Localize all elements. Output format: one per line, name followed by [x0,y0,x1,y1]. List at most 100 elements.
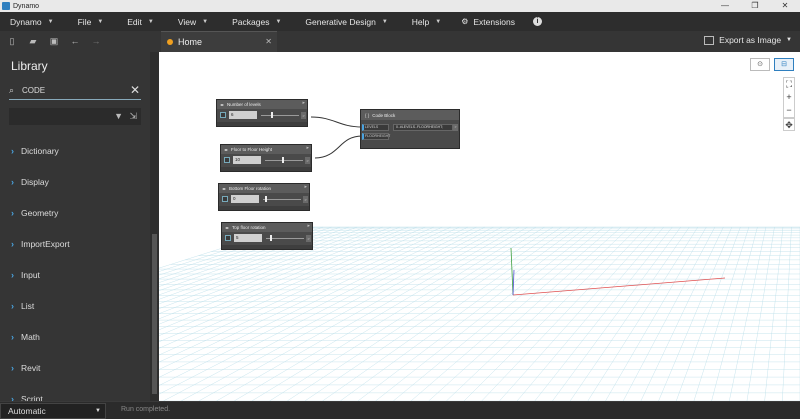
chevron-right-icon: › [11,332,14,342]
chevron-right-icon: › [11,177,14,187]
slider-value[interactable]: 10 [233,156,261,164]
library-category-importexport[interactable]: › ImportExport [11,239,70,249]
clear-search-icon[interactable]: ✕ [130,83,140,97]
export-image-button[interactable]: Export as Image ▼ [704,35,792,45]
filter-icon[interactable]: ▼ [114,111,123,121]
wire-floor-height [314,135,363,159]
menu-packages[interactable]: Packages ▼ [222,17,291,27]
menu-edit[interactable]: Edit ▼ [117,17,164,27]
node-floor-to-floor-height[interactable]: ◂▸ Floor to Floor Height ▸ 10 > [220,144,312,172]
slider-node-icon: ◂▸ [222,186,227,191]
view-toggle: ⊙ ⊟ [750,58,794,71]
library-category-label: Math [21,332,40,342]
expand-view-icon[interactable]: ⇲ [129,111,137,122]
library-scroll-thumb[interactable] [152,234,157,394]
node-menu-icon[interactable]: ▸ [302,100,305,106]
open-folder-icon[interactable]: ▰ [27,36,39,47]
maximize-button[interactable]: ❐ [740,0,770,12]
close-window-button[interactable]: ✕ [770,0,800,12]
menu-dynamo[interactable]: Dynamo ▼ [0,17,64,27]
node-menu-icon[interactable]: ▸ [307,223,310,229]
library-category-label: Input [21,270,40,280]
code-editor[interactable]: 0..#LEVELS..FLOORHEIGHT; [393,124,453,131]
toolbar: ▯ ▰ ▣ ← → Home ✕ Export as Image ▼ [0,31,800,52]
run-status: Run completed. [121,406,171,413]
library-category-dictionary[interactable]: › Dictionary [11,146,59,156]
node-menu-icon[interactable]: ▸ [306,145,309,151]
library-category-list[interactable]: › List [11,301,34,311]
library-category-revit[interactable]: › Revit [11,363,40,373]
menu-extensions[interactable]: ⚙ Extensions [451,17,525,27]
zoom-out-icon[interactable]: − [784,104,794,117]
zoom-controls: ⛶ + − [783,77,795,118]
input-port-levels[interactable]: LEVELS [362,124,389,131]
menu-bar: Dynamo ▼ File ▼ Edit ▼ View ▼ Packages ▼ Gene… [0,12,800,31]
undo-icon[interactable]: ← [69,36,81,47]
chevron-down-icon: ▼ [47,18,54,25]
node-number-of-levels[interactable]: ◂▸ Number of levels ▸ 6 > [216,99,308,127]
new-file-icon[interactable]: ▯ [6,36,18,47]
graph-view-icon[interactable]: ⊟ [774,58,794,71]
expand-checkbox[interactable] [224,157,230,163]
output-port[interactable]: > [305,157,310,164]
chevron-right-icon: › [11,363,14,373]
output-port[interactable]: > [453,124,458,131]
fit-view-icon[interactable]: ⛶ [784,78,794,91]
node-bottom-floor-rotation[interactable]: ◂▸ Bottom Floor rotation ▸ 0 > [218,183,310,211]
library-category-label: Revit [21,363,41,373]
run-mode-select[interactable]: Automatic ▼ [0,403,106,419]
menu-view[interactable]: View ▼ [168,17,218,27]
expand-checkbox[interactable] [225,235,231,241]
chevron-right-icon: › [11,146,14,156]
slider-track[interactable] [263,199,301,200]
library-category-display[interactable]: › Display [11,177,49,187]
slider-thumb[interactable] [270,112,273,118]
output-port[interactable]: > [306,235,311,242]
slider-track[interactable] [261,115,299,116]
chevron-down-icon: ▼ [147,18,154,25]
zoom-in-icon[interactable]: + [784,91,794,104]
slider-thumb[interactable] [282,157,285,163]
node-code-block[interactable]: { } Code Block LEVELS FLOORHEIGHT 0..#LEV… [360,109,460,149]
menu-generative-design[interactable]: Generative Design ▼ [295,17,397,27]
pan-icon[interactable]: ✥ [783,118,795,131]
close-tab-icon[interactable]: ✕ [265,37,272,46]
minimize-button[interactable]: — [710,0,740,12]
workspace-canvas[interactable]: ⊙ ⊟ ⛶ + − ✥ ◂▸ Number of levels ▸ 6 > ◂▸ Fl… [159,52,800,401]
slider-value[interactable]: 5 [234,234,262,242]
chevron-right-icon: › [11,301,14,311]
redo-icon[interactable]: → [90,36,102,47]
slider-value[interactable]: 0 [231,195,259,203]
library-scrollbar[interactable] [150,52,159,401]
library-category-math[interactable]: › Math [11,332,40,342]
slider-value[interactable]: 6 [229,111,257,119]
tab-home-label: Home [178,37,203,47]
chevron-down-icon: ▼ [95,408,101,414]
input-port-floorheight[interactable]: FLOORHEIGHT [362,133,390,140]
tab-home[interactable]: Home ✕ [161,31,277,52]
node-menu-icon[interactable]: ▸ [304,184,307,190]
window-titlebar: Dynamo — ❐ ✕ [0,0,800,12]
menu-help[interactable]: Help ▼ [402,17,451,27]
info-icon[interactable]: i [532,17,542,26]
search-icon: ⌕ [9,85,15,95]
geometry-view-icon[interactable]: ⊙ [750,58,770,71]
library-category-label: Geometry [21,208,59,218]
output-port[interactable]: > [301,112,306,119]
code-block-icon: { } [365,112,370,118]
save-icon[interactable]: ▣ [48,36,60,47]
node-top-floor-rotation[interactable]: ◂▸ Top floor rotation ▸ 5 > [221,222,313,250]
library-category-geometry[interactable]: › Geometry [11,208,58,218]
gear-icon: ⚙ [461,17,469,26]
library-search-input[interactable] [22,86,122,95]
chevron-down-icon: ▼ [381,18,388,25]
chevron-right-icon: › [11,208,14,218]
slider-thumb[interactable] [264,196,267,202]
menu-file[interactable]: File ▼ [68,17,114,27]
chevron-down-icon: ▼ [202,18,209,25]
library-category-input[interactable]: › Input [11,270,40,280]
slider-thumb[interactable] [269,235,272,241]
output-port[interactable]: > [303,196,308,203]
expand-checkbox[interactable] [220,112,226,118]
expand-checkbox[interactable] [222,196,228,202]
